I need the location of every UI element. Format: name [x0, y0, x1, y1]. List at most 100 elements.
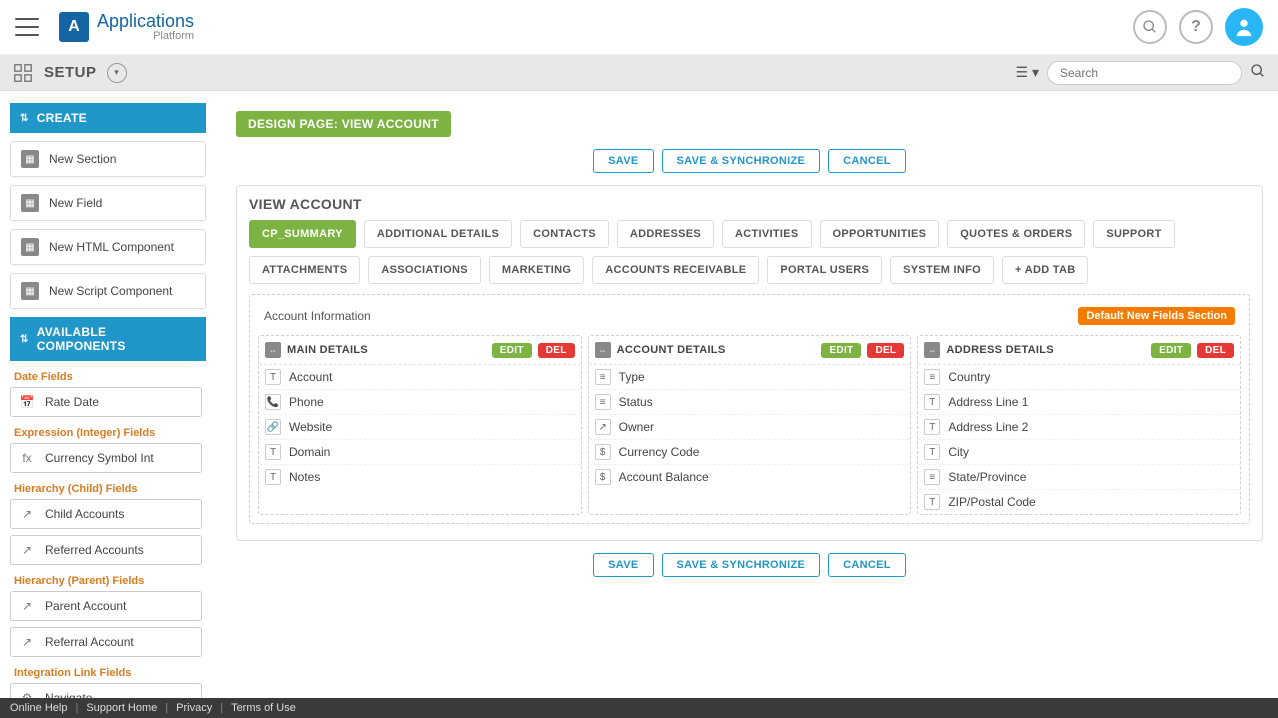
field-type-icon: ↗	[19, 542, 35, 558]
tab-marketing[interactable]: MARKETING	[489, 256, 584, 284]
field-row[interactable]: TCity	[918, 440, 1240, 465]
field-row[interactable]: $Account Balance	[589, 465, 911, 489]
component-icon: ▦	[21, 282, 39, 300]
view-mode-toggle[interactable]: ☰ ▾	[1016, 64, 1039, 81]
field-type-icon: $	[595, 469, 611, 485]
drag-handle-icon[interactable]: ⇔	[924, 342, 940, 358]
field-label: Status	[619, 395, 653, 409]
create-item[interactable]: ▦ New Script Component	[10, 273, 206, 309]
create-panel-header[interactable]: ⇅ CREATE	[10, 103, 206, 133]
available-component[interactable]: 📅Rate Date	[10, 387, 202, 417]
field-type-icon: ≡	[924, 469, 940, 485]
available-component[interactable]: ↗Child Accounts	[10, 499, 202, 529]
component-icon: ▦	[21, 150, 39, 168]
field-row[interactable]: TAddress Line 1	[918, 390, 1240, 415]
field-row[interactable]: ≡State/Province	[918, 465, 1240, 490]
field-row[interactable]: $Currency Code	[589, 440, 911, 465]
add-tab-button[interactable]: + ADD TAB	[1002, 256, 1088, 284]
setup-dropdown[interactable]: ▾	[107, 63, 127, 83]
tab-activities[interactable]: ACTIVITIES	[722, 220, 812, 248]
column-title: ADDRESS DETAILS	[946, 344, 1054, 356]
field-row[interactable]: TZIP/Postal Code	[918, 490, 1240, 514]
available-component-label: Navigate	[45, 691, 92, 698]
save-button[interactable]: SAVE	[593, 149, 653, 173]
footer-link[interactable]: Terms of Use	[231, 702, 296, 714]
delete-column-button[interactable]: DEL	[538, 343, 575, 358]
help-button[interactable]: ?	[1179, 10, 1213, 44]
tab-attachments[interactable]: ATTACHMENTS	[249, 256, 360, 284]
tab-quotes-orders[interactable]: QUOTES & ORDERS	[947, 220, 1085, 248]
field-row[interactable]: TAddress Line 2	[918, 415, 1240, 440]
delete-column-button[interactable]: DEL	[1197, 343, 1234, 358]
default-section-badge: Default New Fields Section	[1078, 307, 1235, 325]
save-sync-button-bottom[interactable]: SAVE & SYNCHRONIZE	[662, 553, 821, 577]
create-item[interactable]: ▦New HTML Component	[10, 229, 206, 265]
component-group-label: Hierarchy (Child) Fields	[14, 483, 202, 495]
field-row[interactable]: ≡Country	[918, 365, 1240, 390]
available-component-label: Child Accounts	[45, 507, 124, 521]
delete-column-button[interactable]: DEL	[867, 343, 904, 358]
tab-associations[interactable]: ASSOCIATIONS	[368, 256, 481, 284]
field-label: Notes	[289, 470, 320, 484]
tab-portal-users[interactable]: PORTAL USERS	[767, 256, 882, 284]
tab-additional-details[interactable]: ADDITIONAL DETAILS	[364, 220, 512, 248]
footer-link[interactable]: Online Help	[10, 702, 67, 714]
tab-addresses[interactable]: ADDRESSES	[617, 220, 714, 248]
section-column: ⇔ADDRESS DETAILSEDITDEL≡CountryTAddress …	[917, 335, 1241, 515]
available-component-label: Rate Date	[45, 395, 99, 409]
available-component[interactable]: ↗Referral Account	[10, 627, 202, 657]
field-row[interactable]: 🔗Website	[259, 415, 581, 440]
person-icon	[1233, 16, 1255, 38]
design-page-badge: DESIGN PAGE: VIEW ACCOUNT	[236, 111, 451, 137]
footer-link[interactable]: Support Home	[86, 702, 157, 714]
cancel-button[interactable]: CANCEL	[828, 149, 906, 173]
search-submit[interactable]	[1250, 63, 1266, 82]
save-sync-button[interactable]: SAVE & SYNCHRONIZE	[662, 149, 821, 173]
menu-toggle[interactable]	[15, 18, 39, 36]
create-item[interactable]: ▦New Field	[10, 185, 206, 221]
footer-link[interactable]: Privacy	[176, 702, 212, 714]
field-type-icon: T	[265, 369, 281, 385]
create-item-label: New Script Component	[49, 284, 172, 298]
tab-opportunities[interactable]: OPPORTUNITIES	[820, 220, 940, 248]
field-row[interactable]: ≡Type	[589, 365, 911, 390]
user-avatar[interactable]	[1225, 8, 1263, 46]
field-row[interactable]: TAccount	[259, 365, 581, 390]
field-row[interactable]: ≡Status	[589, 390, 911, 415]
cancel-button-bottom[interactable]: CANCEL	[828, 553, 906, 577]
global-search-button[interactable]	[1133, 10, 1167, 44]
field-row[interactable]: 📞Phone	[259, 390, 581, 415]
edit-column-button[interactable]: EDIT	[1151, 343, 1191, 358]
drag-handle-icon[interactable]: ⇔	[595, 342, 611, 358]
field-row[interactable]: ↗Owner	[589, 415, 911, 440]
tab-system-info[interactable]: SYSTEM INFO	[890, 256, 994, 284]
app-logo[interactable]: A Applications Platform	[59, 12, 194, 42]
edit-column-button[interactable]: EDIT	[821, 343, 861, 358]
tab-accounts-receivable[interactable]: ACCOUNTS RECEIVABLE	[592, 256, 759, 284]
available-component-label: Parent Account	[45, 599, 126, 613]
available-component[interactable]: ⚙Navigate	[10, 683, 202, 698]
view-title: VIEW ACCOUNT	[249, 196, 1250, 212]
search-input[interactable]	[1047, 61, 1242, 85]
field-type-icon: T	[265, 469, 281, 485]
save-button-bottom[interactable]: SAVE	[593, 553, 653, 577]
component-group-label: Hierarchy (Parent) Fields	[14, 575, 202, 587]
field-row[interactable]: T Notes	[259, 465, 581, 489]
available-component[interactable]: ↗Referred Accounts	[10, 535, 202, 565]
field-type-icon: $	[595, 444, 611, 460]
available-header-label: AVAILABLE COMPONENTS	[37, 325, 196, 353]
field-row[interactable]: TDomain	[259, 440, 581, 465]
available-component[interactable]: ↗Parent Account	[10, 591, 202, 621]
tab-contacts[interactable]: CONTACTS	[520, 220, 609, 248]
available-component[interactable]: fxCurrency Symbol Int	[10, 443, 202, 473]
tab-support[interactable]: SUPPORT	[1093, 220, 1174, 248]
drag-handle-icon[interactable]: ⇔	[265, 342, 281, 358]
create-header-label: CREATE	[37, 111, 87, 125]
available-panel-header[interactable]: ⇅ AVAILABLE COMPONENTS	[10, 317, 206, 361]
edit-column-button[interactable]: EDIT	[492, 343, 532, 358]
field-label: Country	[948, 370, 990, 384]
create-item[interactable]: ▦New Section	[10, 141, 206, 177]
tab-cp-summary[interactable]: CP_SUMMARY	[249, 220, 356, 248]
search-icon	[1142, 19, 1158, 35]
field-type-icon: ↗	[595, 419, 611, 435]
